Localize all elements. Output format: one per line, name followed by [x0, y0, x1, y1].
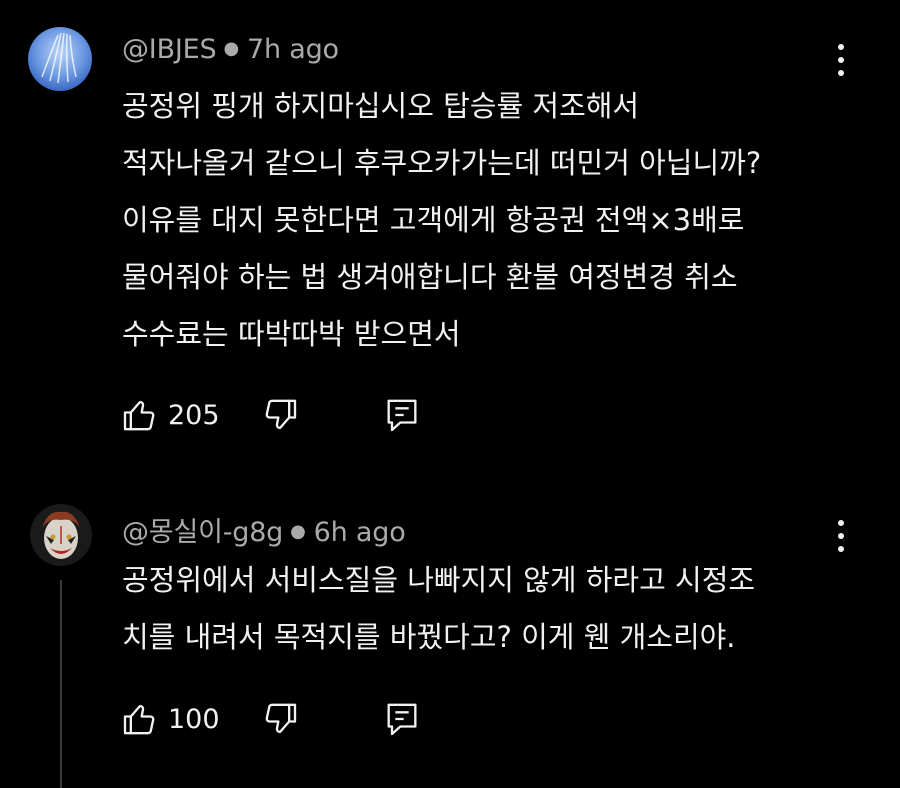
comment-line: 수수료는 따박따박 받으면서 [122, 317, 461, 351]
comment-line: 적자나올거 같으니 후쿠오카가는데 떠민거 아닙니까? [122, 146, 762, 180]
comment-text: 공정위 핑개 하지마십시오 탑승률 저조해서 적자나올거 같으니 후쿠오카가는데… [122, 78, 761, 363]
comment-actions: 205 [120, 393, 422, 437]
comment-thread: @몽실이-g8g ● 6h ago 공정위에서 서비스질을 나빠지지 않게 하라고 … [0, 490, 900, 788]
thread-line [60, 580, 62, 788]
comment-line: 공정위 핑개 하지마십시오 탑승률 저조해서 [122, 89, 640, 123]
more-vertical-icon[interactable] [826, 40, 856, 80]
like-button[interactable]: 205 [120, 395, 252, 435]
like-button[interactable]: 100 [120, 699, 252, 739]
meta-separator: ● [223, 38, 239, 59]
more-vertical-icon[interactable] [826, 516, 856, 556]
comment-meta: @몽실이-g8g ● 6h ago [122, 510, 406, 549]
dislike-button[interactable] [260, 699, 300, 739]
thumbs-up-icon [123, 401, 155, 431]
dislike-button[interactable] [260, 395, 300, 435]
thumbs-down-icon [265, 703, 297, 733]
reply-comment-icon [387, 399, 417, 432]
avatar[interactable] [30, 504, 92, 566]
like-count: 100 [168, 703, 220, 735]
comment-meta: @IBJES ● 7h ago [122, 34, 339, 65]
comment-thread: @IBJES ● 7h ago 공정위 핑개 하지마십시오 탑승률 저조해서 적자나… [0, 0, 900, 480]
reply-button[interactable] [382, 699, 422, 739]
comment-line: 이유를 대지 못한다면 고객에게 항공권 전액×3배로 [122, 203, 745, 237]
like-count: 205 [168, 399, 220, 431]
comment-line: 물어줘야 하는 법 생겨애합니다 환불 여정변경 취소 [122, 260, 738, 294]
thumbs-up-icon [123, 705, 155, 735]
comment-time[interactable]: 7h ago [247, 34, 339, 65]
reply-comment-icon [387, 703, 417, 736]
reply-button[interactable] [382, 395, 422, 435]
comment-author[interactable]: @IBJES [122, 34, 217, 65]
comment-author[interactable]: @몽실이-g8g [122, 517, 283, 548]
comment-line: 공정위에서 서비스질을 나빠지지 않게 하라고 시정조 [122, 563, 756, 597]
thumbs-down-icon [265, 399, 297, 429]
comments-page: @IBJES ● 7h ago 공정위 핑개 하지마십시오 탑승률 저조해서 적자나… [0, 0, 900, 788]
comment-text: 공정위에서 서비스질을 나빠지지 않게 하라고 시정조 치를 내려서 목적지를 … [122, 552, 755, 666]
meta-separator: ● [290, 521, 306, 542]
comment-actions: 100 [120, 697, 422, 741]
comment-time[interactable]: 6h ago [314, 517, 406, 548]
comment-line: 치를 내려서 목적지를 바꿨다고? 이게 웬 개소리야. [122, 620, 736, 654]
avatar[interactable] [28, 27, 92, 91]
